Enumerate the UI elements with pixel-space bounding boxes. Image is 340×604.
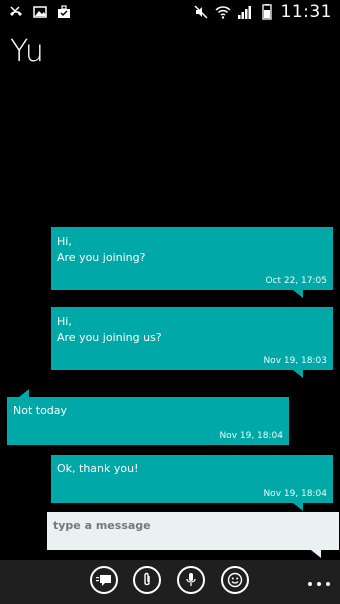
message-bubble-2[interactable]: Hi, Are you joining us? Nov 19, 18:03 xyxy=(51,307,333,378)
message-bubble-4[interactable]: Ok, thank you! Nov 19, 18:04 xyxy=(51,455,333,511)
message-time: Oct 22, 17:05 xyxy=(265,276,327,286)
status-bar: 11:31 xyxy=(0,0,340,26)
compose-tail xyxy=(311,550,321,558)
message-bubble-1[interactable]: Hi, Are you joining? Oct 22, 17:05 xyxy=(51,227,333,298)
more-dot xyxy=(326,582,330,586)
image-icon xyxy=(33,6,47,18)
mute-icon xyxy=(193,5,208,19)
status-left-icons xyxy=(8,4,72,20)
smiley-icon xyxy=(227,572,243,588)
message-time: Nov 19, 18:04 xyxy=(263,489,327,499)
more-icon[interactable] xyxy=(308,582,330,586)
chat-button[interactable] xyxy=(90,566,118,594)
message-text: Ok, thank you! xyxy=(57,462,139,475)
message-time: Nov 19, 18:03 xyxy=(263,356,327,366)
bubble-tail xyxy=(19,389,29,397)
attach-button[interactable] xyxy=(133,566,161,594)
battery-icon xyxy=(261,4,272,20)
emoji-button[interactable] xyxy=(221,566,249,594)
missed-call-icon xyxy=(10,6,22,16)
more-dot xyxy=(308,582,312,586)
message-time: Nov 19, 18:04 xyxy=(219,431,283,441)
message-input[interactable] xyxy=(47,512,339,534)
bubble-tail xyxy=(293,290,303,298)
bubble-tail xyxy=(293,370,303,378)
voice-button[interactable] xyxy=(177,566,205,594)
chat-icon xyxy=(96,575,111,586)
briefcase-check-icon xyxy=(58,5,70,18)
more-dot xyxy=(317,582,321,586)
message-text: Hi, Are you joining? xyxy=(57,235,146,264)
status-right-icons: 11:31 xyxy=(193,2,333,22)
microphone-icon xyxy=(186,573,196,586)
wifi-icon xyxy=(214,6,231,19)
message-bubble-3[interactable]: Not today Nov 19, 18:04 xyxy=(7,389,289,445)
app-bar xyxy=(0,560,340,604)
signal-icon xyxy=(237,6,251,19)
message-compose-box[interactable] xyxy=(47,512,339,558)
status-time: 11:31 xyxy=(280,2,332,22)
paperclip-icon xyxy=(144,572,150,586)
bubble-tail xyxy=(293,503,303,511)
message-text: Not today xyxy=(13,404,68,417)
message-text: Hi, Are you joining us? xyxy=(57,315,162,344)
contact-name: Yu xyxy=(10,34,44,69)
